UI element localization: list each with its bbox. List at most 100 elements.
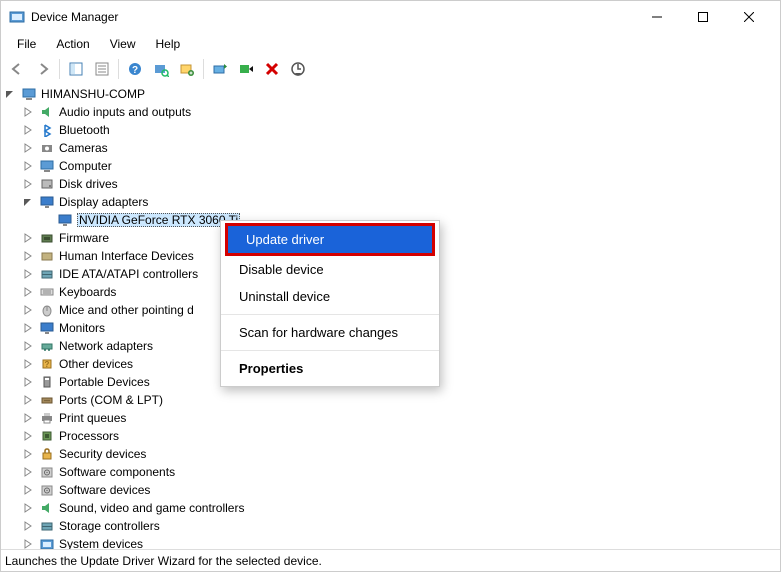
nav-forward-button[interactable]	[31, 57, 55, 81]
ctx-scan-hardware[interactable]: Scan for hardware changes	[221, 319, 439, 346]
tree-category[interactable]: Software components	[1, 463, 780, 481]
mouse-icon	[39, 302, 55, 318]
expander-icon[interactable]	[23, 395, 39, 405]
minimize-button[interactable]	[634, 3, 680, 31]
expander-icon[interactable]	[23, 341, 39, 351]
expander-icon[interactable]	[23, 539, 39, 549]
menu-action[interactable]: Action	[46, 35, 99, 53]
tree-node-label: Disk drives	[59, 177, 118, 191]
expander-icon[interactable]	[23, 251, 39, 261]
tree-category[interactable]: System devices	[1, 535, 780, 549]
storage-icon	[39, 518, 55, 534]
tree-category[interactable]: Bluetooth	[1, 121, 780, 139]
expander-icon[interactable]	[23, 503, 39, 513]
display-icon	[57, 212, 73, 228]
firmware-icon	[39, 230, 55, 246]
properties-button[interactable]	[90, 57, 114, 81]
expander-icon[interactable]	[23, 269, 39, 279]
tree-node-label: Mice and other pointing d	[59, 303, 194, 317]
tree-node-label: Processors	[59, 429, 119, 443]
tree-category[interactable]: Cameras	[1, 139, 780, 157]
display-icon	[39, 320, 55, 336]
expander-icon[interactable]	[23, 107, 39, 117]
tree-category[interactable]: Security devices	[1, 445, 780, 463]
security-icon	[39, 446, 55, 462]
tree-root[interactable]: HIMANSHU-COMP	[1, 85, 780, 103]
ctx-disable-device[interactable]: Disable device	[221, 256, 439, 283]
tree-node-label: NVIDIA GeForce RTX 3060 Ti	[77, 213, 240, 227]
expander-icon[interactable]	[23, 467, 39, 477]
network-icon	[39, 338, 55, 354]
window-title: Device Manager	[31, 10, 634, 24]
tree-node-label: Cameras	[59, 141, 108, 155]
expander-icon[interactable]	[23, 179, 39, 189]
expander-icon[interactable]	[23, 143, 39, 153]
tree-category[interactable]: Disk drives	[1, 175, 780, 193]
show-hide-console-button[interactable]	[64, 57, 88, 81]
ctx-update-driver[interactable]: Update driver	[228, 226, 432, 253]
tree-category[interactable]: Processors	[1, 427, 780, 445]
cpu-icon	[39, 428, 55, 444]
tree-node-label: Print queues	[59, 411, 126, 425]
add-legacy-hardware-button[interactable]	[286, 57, 310, 81]
expander-icon[interactable]	[23, 449, 39, 459]
tree-category[interactable]: Print queues	[1, 409, 780, 427]
help-button[interactable]: ?	[123, 57, 147, 81]
expander-icon[interactable]	[23, 161, 39, 171]
software-icon	[39, 464, 55, 480]
context-menu: Update driver Disable device Uninstall d…	[220, 220, 440, 387]
expander-icon[interactable]	[23, 125, 39, 135]
tree-node-label: HIMANSHU-COMP	[41, 87, 145, 101]
menu-file[interactable]: File	[7, 35, 46, 53]
uninstall-device-button[interactable]	[260, 57, 284, 81]
expander-icon[interactable]	[23, 359, 39, 369]
ctx-uninstall-device[interactable]: Uninstall device	[221, 283, 439, 310]
tree-category[interactable]: Ports (COM & LPT)	[1, 391, 780, 409]
tree-category[interactable]: Software devices	[1, 481, 780, 499]
tree-node-label: Portable Devices	[59, 375, 150, 389]
expander-icon[interactable]	[23, 377, 39, 387]
expander-icon[interactable]	[5, 89, 21, 99]
tree-node-label: System devices	[59, 537, 143, 549]
tree-node-label: Firmware	[59, 231, 109, 245]
expander-icon[interactable]	[23, 287, 39, 297]
nav-back-button[interactable]	[5, 57, 29, 81]
update-driver-button[interactable]	[208, 57, 232, 81]
tree-node-label: Monitors	[59, 321, 105, 335]
expander-icon[interactable]	[23, 233, 39, 243]
close-button[interactable]	[726, 3, 772, 31]
computer-icon	[39, 158, 55, 174]
maximize-button[interactable]	[680, 3, 726, 31]
audio-icon	[39, 104, 55, 120]
expander-icon[interactable]	[23, 413, 39, 423]
expander-icon[interactable]	[23, 323, 39, 333]
system-icon	[39, 536, 55, 549]
tree-category[interactable]: Display adapters	[1, 193, 780, 211]
disable-device-button[interactable]	[234, 57, 258, 81]
tree-node-label: Software components	[59, 465, 175, 479]
menu-view[interactable]: View	[100, 35, 146, 53]
ctx-separator	[221, 350, 439, 351]
tree-category[interactable]: Computer	[1, 157, 780, 175]
disk-icon	[39, 176, 55, 192]
expander-icon[interactable]	[23, 521, 39, 531]
audio-icon	[39, 500, 55, 516]
expander-icon[interactable]	[23, 197, 39, 207]
tree-node-label: Audio inputs and outputs	[59, 105, 191, 119]
tree-category[interactable]: Audio inputs and outputs	[1, 103, 780, 121]
tree-node-label: Bluetooth	[59, 123, 110, 137]
display-icon	[39, 194, 55, 210]
tree-category[interactable]: Sound, video and game controllers	[1, 499, 780, 517]
tree-category[interactable]: Storage controllers	[1, 517, 780, 535]
ctx-properties[interactable]: Properties	[221, 355, 439, 382]
add-device-button[interactable]	[175, 57, 199, 81]
menu-help[interactable]: Help	[146, 35, 191, 53]
device-tree[interactable]: HIMANSHU-COMP Audio inputs and outputs Blu…	[1, 83, 780, 549]
expander-icon[interactable]	[23, 431, 39, 441]
tree-node-label: Sound, video and game controllers	[59, 501, 244, 515]
expander-icon[interactable]	[23, 305, 39, 315]
scan-hardware-button[interactable]	[149, 57, 173, 81]
tree-node-label: Network adapters	[59, 339, 153, 353]
expander-icon[interactable]	[23, 485, 39, 495]
app-icon	[9, 9, 25, 25]
